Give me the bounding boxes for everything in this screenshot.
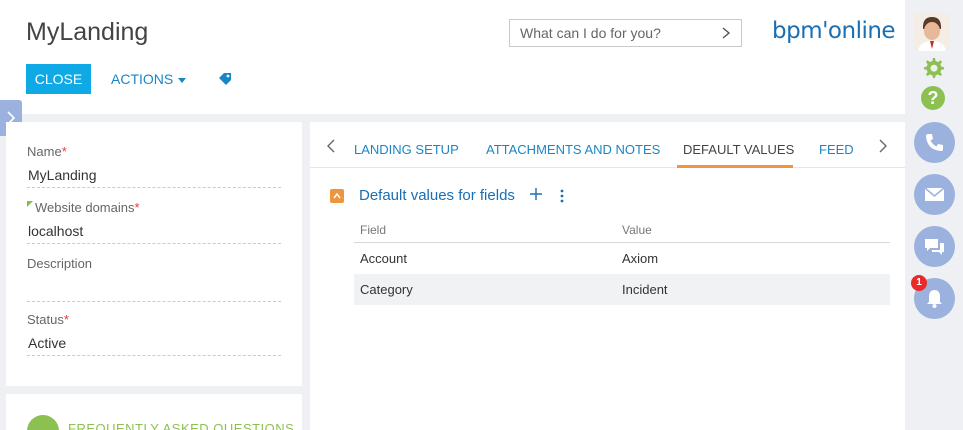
chat-icon (925, 239, 944, 255)
page-title: MyLanding (26, 18, 149, 46)
status-label: Status* (27, 312, 69, 327)
section-title: Default values for fields (359, 187, 515, 204)
tag-icon[interactable] (218, 72, 234, 86)
column-header-value[interactable]: Value (622, 223, 652, 237)
help-icon[interactable]: ? (921, 86, 945, 110)
phone-button[interactable] (914, 122, 955, 163)
name-label: Name* (27, 144, 67, 159)
row-value: Incident (622, 282, 668, 297)
website-domains-label: Website domains* (27, 200, 281, 218)
chevron-up-icon (333, 192, 341, 199)
description-label: Description (27, 256, 93, 271)
caret-down-icon (178, 77, 187, 83)
row-field: Category (360, 282, 413, 297)
mail-icon (924, 187, 945, 201)
tab-default-values[interactable]: DEFAULT VALUES (683, 142, 794, 157)
faq-panel[interactable]: FREQUENTLY ASKED QUESTIONS (6, 394, 302, 430)
row-value: Axiom (622, 251, 659, 266)
table-row[interactable]: Category Incident (354, 274, 890, 305)
tab-attachments-and-notes[interactable]: ATTACHMENTS AND NOTES (486, 142, 660, 157)
close-button[interactable]: CLOSE (26, 64, 91, 94)
chevron-left-icon[interactable] (326, 139, 336, 153)
tab-bar: LANDING SETUP ATTACHMENTS AND NOTES DEFA… (310, 122, 905, 168)
plus-icon[interactable] (529, 187, 543, 201)
column-header-field[interactable]: Field (360, 223, 386, 237)
chevron-right-icon[interactable] (878, 139, 888, 153)
more-vertical-icon[interactable] (559, 188, 565, 204)
chevron-right-icon[interactable] (721, 27, 731, 39)
record-form: Name* MyLanding Website domains* localho… (6, 122, 302, 386)
tab-landing-setup[interactable]: LANDING SETUP (354, 142, 459, 157)
logo: bpm'online (772, 18, 896, 44)
bell-icon (927, 290, 942, 308)
command-search-input[interactable] (510, 20, 710, 46)
email-button[interactable] (914, 174, 955, 215)
user-avatar[interactable] (914, 13, 950, 51)
gear-icon[interactable] (921, 56, 945, 80)
name-input[interactable]: MyLanding (27, 162, 281, 188)
default-values-grid: Field Value Account Axiom Category Incid… (354, 218, 890, 305)
actions-button[interactable]: ACTIONS (111, 64, 187, 94)
status-field: Status* Active (27, 312, 281, 356)
website-domains-field: Website domains* localhost (27, 200, 281, 244)
page-header: MyLanding CLOSE ACTIONS bpm'online (0, 0, 905, 114)
notification-count-badge: 1 (911, 275, 927, 291)
status-input[interactable]: Active (27, 330, 281, 356)
table-row[interactable]: Account Axiom (354, 243, 890, 274)
details-panel: LANDING SETUP ATTACHMENTS AND NOTES DEFA… (310, 122, 905, 430)
help-icon (27, 415, 59, 430)
section-collapse-button[interactable] (330, 189, 344, 203)
website-domains-input[interactable]: localhost (27, 218, 281, 244)
row-field: Account (360, 251, 407, 266)
name-field: Name* MyLanding (27, 144, 281, 188)
tab-feed[interactable]: FEED (819, 142, 854, 157)
phone-icon (926, 134, 943, 151)
faq-label: FREQUENTLY ASKED QUESTIONS (68, 421, 295, 430)
active-tab-indicator (677, 165, 793, 168)
chat-button[interactable] (914, 226, 955, 267)
description-input[interactable] (27, 274, 281, 302)
command-search-box[interactable] (509, 19, 742, 47)
description-field: Description (27, 256, 281, 302)
actions-label: ACTIONS (111, 71, 174, 87)
grid-header: Field Value (354, 218, 890, 243)
